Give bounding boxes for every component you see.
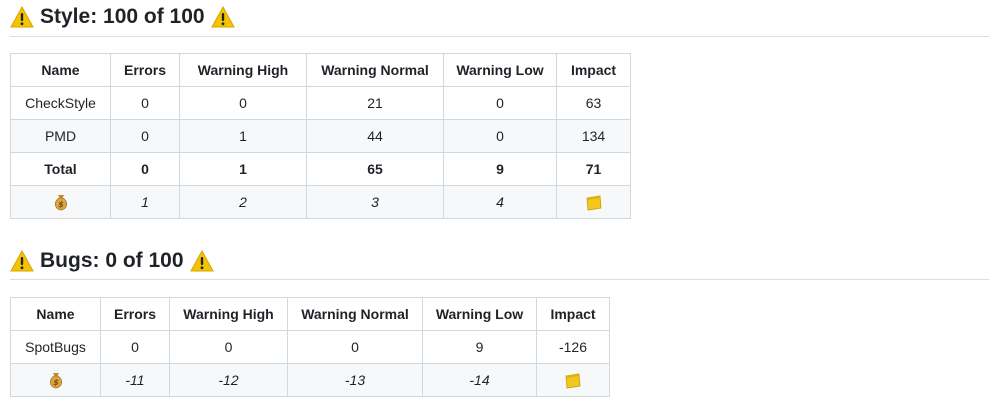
table-row: PMD 0 1 44 0 134 (10, 119, 631, 153)
column-header: Errors (110, 53, 180, 87)
style-table: Name Errors Warning High Warning Normal … (10, 53, 631, 219)
bugs-title: Bugs: 0 of 100 (40, 249, 184, 272)
warning-low-cell: 0 (443, 86, 557, 120)
errors-cell: 0 (110, 86, 180, 120)
warning-icon (10, 6, 34, 28)
warning-normal-cell: 21 (306, 86, 444, 120)
table-row: CheckStyle 0 0 21 0 63 (10, 86, 631, 120)
column-header: Impact (556, 53, 631, 87)
cost-icon-cell: $ (10, 185, 111, 219)
warning-icon (10, 250, 34, 272)
row-name: PMD (10, 119, 111, 153)
impact-icon-cell (556, 185, 631, 219)
warning-normal-cell: 65 (306, 152, 444, 186)
bugs-divider (10, 279, 989, 280)
impact-cell: 71 (556, 152, 631, 186)
money-bag-icon: $ (53, 193, 69, 211)
column-header: Errors (100, 297, 170, 331)
style-title: Style: 100 of 100 (40, 5, 205, 28)
column-header: Warning Normal (306, 53, 444, 87)
table-header-row: Name Errors Warning High Warning Normal … (10, 297, 610, 331)
row-name: Total (10, 152, 111, 186)
warning-low-cell: 0 (443, 119, 557, 153)
column-header: Warning High (179, 53, 307, 87)
warning-high-cell: 1 (179, 119, 307, 153)
warning-normal-cell: 3 (306, 185, 444, 219)
cost-row: $ 1 2 3 4 (10, 185, 631, 219)
column-header: Warning Low (443, 53, 557, 87)
cost-row: $ -11 -12 -13 -14 (10, 363, 610, 397)
warning-low-cell: 9 (422, 330, 537, 364)
cost-icon-cell: $ (10, 363, 101, 397)
warning-icon (189, 250, 214, 272)
row-name: CheckStyle (10, 86, 111, 120)
column-header: Name (10, 53, 111, 87)
style-heading: Style: 100 of 100 (10, 2, 235, 32)
warning-normal-cell: 44 (306, 119, 444, 153)
warning-low-cell: 4 (443, 185, 557, 219)
style-divider (10, 36, 989, 37)
column-header: Impact (536, 297, 610, 331)
warning-normal-cell: -13 (287, 363, 423, 397)
impact-cell: 134 (556, 119, 631, 153)
row-name: SpotBugs (10, 330, 101, 364)
impact-cell: -126 (536, 330, 610, 364)
column-header: Warning High (169, 297, 288, 331)
svg-text:$: $ (58, 200, 64, 209)
warning-high-cell: -12 (169, 363, 288, 397)
warning-low-cell: 9 (443, 152, 557, 186)
errors-cell: 0 (110, 152, 180, 186)
notepad-icon (564, 373, 582, 389)
warning-low-cell: -14 (422, 363, 537, 397)
svg-text:$: $ (53, 378, 59, 387)
bugs-heading: Bugs: 0 of 100 (10, 246, 214, 276)
bugs-table: Name Errors Warning High Warning Normal … (10, 297, 610, 397)
impact-icon-cell (536, 363, 610, 397)
warning-high-cell: 0 (179, 86, 307, 120)
column-header: Name (10, 297, 101, 331)
money-bag-icon: $ (48, 371, 64, 389)
errors-cell: 0 (100, 330, 170, 364)
total-row: Total 0 1 65 9 71 (10, 152, 631, 186)
table-row: SpotBugs 0 0 0 9 -126 (10, 330, 610, 364)
warning-high-cell: 2 (179, 185, 307, 219)
impact-cell: 63 (556, 86, 631, 120)
warning-icon (210, 6, 235, 28)
warning-high-cell: 1 (179, 152, 307, 186)
errors-cell: 0 (110, 119, 180, 153)
column-header: Warning Normal (287, 297, 423, 331)
errors-cell: 1 (110, 185, 180, 219)
errors-cell: -11 (100, 363, 170, 397)
warning-normal-cell: 0 (287, 330, 423, 364)
notepad-icon (585, 195, 603, 211)
column-header: Warning Low (422, 297, 537, 331)
warning-high-cell: 0 (169, 330, 288, 364)
table-header-row: Name Errors Warning High Warning Normal … (10, 53, 631, 87)
